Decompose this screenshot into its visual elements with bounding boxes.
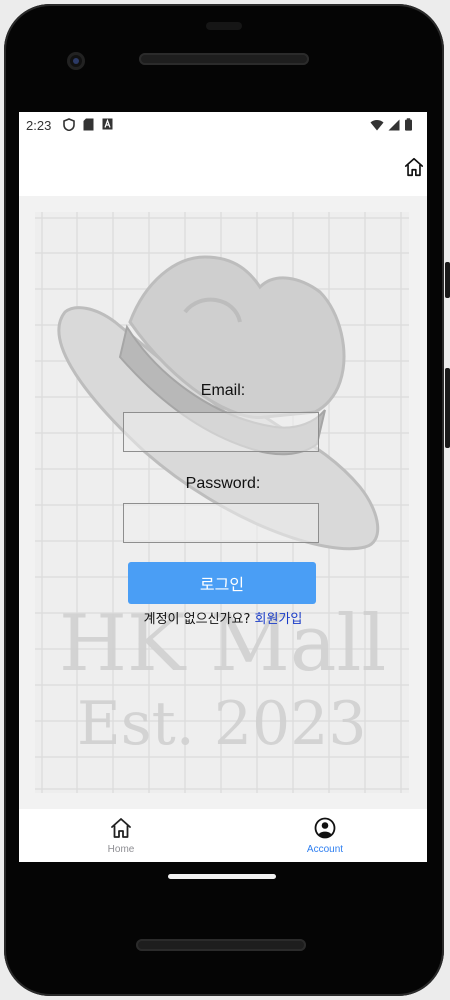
sd-card-icon — [83, 118, 94, 131]
tab-home-label: Home — [107, 844, 135, 855]
app-header — [19, 138, 427, 196]
status-icons-right — [370, 118, 413, 131]
battery-icon — [405, 118, 412, 131]
signup-prompt-row: 계정이 없으신가요? 회원가입 — [19, 608, 427, 627]
signal-icon — [388, 119, 400, 130]
password-field[interactable] — [123, 503, 319, 543]
login-button[interactable]: 로그인 — [128, 562, 316, 604]
email-label: Email: — [200, 382, 246, 399]
home-outline-icon — [404, 157, 424, 177]
signup-prompt: 계정이 없으신가요? — [143, 612, 255, 627]
status-icons-left — [63, 118, 113, 131]
status-bar: 2:23 — [19, 112, 427, 138]
header-home-button[interactable] — [401, 152, 427, 182]
app-screen: 2:23 HK Mall Est. 2023 Email: Password: … — [19, 112, 427, 862]
earpiece — [206, 22, 242, 30]
login-content: HK Mall Est. 2023 Email: Password: 로그인 계… — [19, 196, 427, 809]
phone-frame: 2:23 HK Mall Est. 2023 Email: Password: … — [0, 0, 450, 1000]
email-field[interactable] — [123, 412, 319, 452]
bottom-speaker — [136, 939, 306, 951]
tab-account[interactable]: Account — [223, 809, 427, 862]
gesture-bar[interactable] — [168, 874, 276, 879]
text-a-icon — [102, 118, 113, 130]
signup-link[interactable]: 회원가입 — [255, 612, 303, 627]
password-label: Password: — [185, 475, 261, 492]
power-button — [445, 368, 450, 448]
top-speaker — [139, 53, 309, 65]
wifi-icon — [370, 119, 384, 130]
login-form: Email: Password: 로그인 계정이 없으신가요? 회원가입 — [19, 196, 427, 809]
tab-home[interactable]: Home — [19, 809, 223, 862]
home-icon — [109, 816, 133, 840]
status-time: 2:23 — [26, 118, 52, 133]
shield-icon — [63, 118, 75, 131]
tab-account-label: Account — [306, 844, 344, 855]
bottom-tab-bar: Home Account — [19, 809, 427, 862]
volume-button — [445, 262, 450, 298]
front-camera — [67, 52, 85, 70]
account-circle-icon — [313, 816, 337, 840]
